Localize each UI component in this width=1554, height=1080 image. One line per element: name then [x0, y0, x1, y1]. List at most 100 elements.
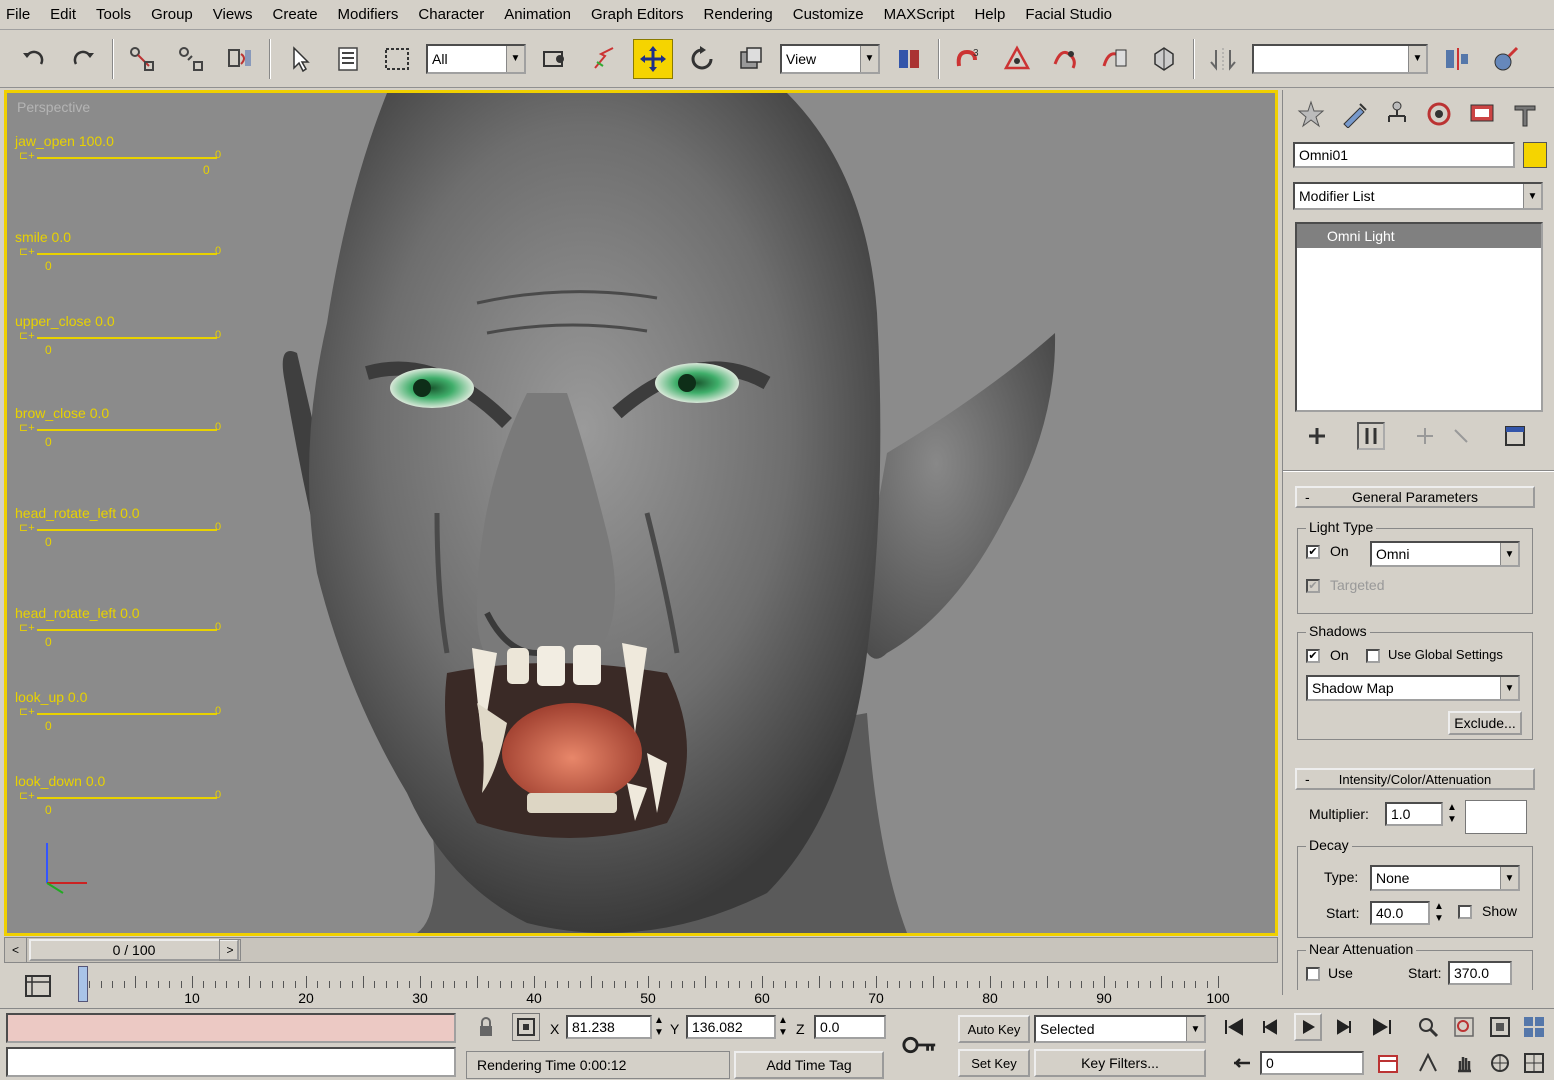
exclude-button[interactable]: Exclude...	[1448, 711, 1522, 735]
object-name-field[interactable]: Omni01	[1293, 142, 1515, 168]
unlink-button[interactable]	[171, 39, 211, 79]
menu-tools[interactable]: Tools	[96, 6, 131, 23]
select-and-manipulate-button[interactable]: 3	[948, 39, 988, 79]
time-slider-next-arrow[interactable]: >	[219, 939, 241, 961]
intensity-rollout-header[interactable]: - Intensity/Color/Attenuation	[1295, 768, 1535, 790]
remove-modifier-button[interactable]	[1447, 422, 1475, 450]
viewport-label[interactable]: Perspective	[17, 99, 90, 115]
decay-type-dropdown[interactable]: None ▼	[1370, 865, 1520, 891]
mirror-button[interactable]	[1203, 39, 1243, 79]
manipulate-button[interactable]	[584, 39, 624, 79]
morph-track[interactable]	[37, 629, 217, 631]
light-on-checkbox[interactable]: ✔	[1306, 545, 1320, 559]
zoom-extents-all-button[interactable]	[1520, 1013, 1548, 1041]
morph-thumb[interactable]: 0	[45, 535, 52, 549]
morph-track[interactable]	[37, 253, 217, 255]
tab-utilities[interactable]	[1507, 96, 1543, 132]
configure-sets-button[interactable]	[1501, 422, 1529, 450]
morph-track[interactable]	[37, 429, 217, 431]
lock-selection-button[interactable]	[472, 1013, 500, 1041]
maximize-viewport-button[interactable]	[1520, 1049, 1548, 1077]
near-use-checkbox[interactable]	[1306, 967, 1320, 981]
morph-thumb[interactable]: 0	[203, 163, 210, 177]
morph-thumb[interactable]: 0	[45, 343, 52, 357]
zoom-extents-button[interactable]	[1486, 1013, 1514, 1041]
menu-help[interactable]: Help	[974, 6, 1005, 23]
current-time-marker[interactable]	[78, 966, 88, 1002]
morph-thumb[interactable]: 0	[45, 435, 52, 449]
x-coordinate-field[interactable]: 81.238	[566, 1015, 652, 1039]
light-type-dropdown[interactable]: Omni ▼	[1370, 541, 1520, 567]
zoom-all-button[interactable]	[1450, 1013, 1478, 1041]
pan-view-button[interactable]	[1450, 1049, 1478, 1077]
modifier-stack[interactable]: Omni Light	[1295, 222, 1543, 412]
use-pivot-center-button[interactable]	[889, 39, 929, 79]
spinner-snap-button[interactable]	[1095, 39, 1135, 79]
menu-create[interactable]: Create	[273, 6, 318, 23]
percent-snap-button[interactable]	[1046, 39, 1086, 79]
select-and-move-button[interactable]	[633, 38, 673, 79]
z-coordinate-field[interactable]: 0.0	[814, 1015, 886, 1039]
previous-frame-button[interactable]	[1256, 1013, 1284, 1041]
y-spinner[interactable]: ▲ ▼	[778, 1015, 788, 1039]
show-decay-checkbox[interactable]	[1458, 905, 1472, 919]
menu-facial-studio[interactable]: Facial Studio	[1025, 6, 1112, 23]
morph-thumb[interactable]: 0	[45, 635, 52, 649]
menu-modifiers[interactable]: Modifiers	[338, 6, 399, 23]
multiplier-field[interactable]: 1.0	[1385, 802, 1443, 826]
key-mode-toggle-button[interactable]	[1228, 1049, 1256, 1077]
key-mode-dropdown[interactable]: Selected ▼	[1034, 1015, 1206, 1043]
time-configuration-button[interactable]	[1374, 1049, 1402, 1077]
stack-item-omni-light[interactable]: Omni Light	[1297, 224, 1541, 248]
angle-snap-button[interactable]	[997, 39, 1037, 79]
morph-track[interactable]	[37, 713, 217, 715]
auto-key-button[interactable]: Auto Key	[958, 1015, 1030, 1043]
y-coordinate-field[interactable]: 136.082	[686, 1015, 776, 1039]
bind-space-warp-button[interactable]	[220, 39, 260, 79]
near-start-field[interactable]: 370.0	[1448, 961, 1512, 985]
morph-track[interactable]	[37, 157, 217, 159]
morph-slider[interactable]: look_down 0.0 ⊏+ 0 0	[15, 773, 230, 853]
menu-maxscript[interactable]: MAXScript	[884, 6, 955, 23]
morph-slider[interactable]: upper_close 0.0 ⊏+ 0 0	[15, 313, 230, 393]
morph-track[interactable]	[37, 337, 217, 339]
time-slider-prev-arrow[interactable]: <	[5, 938, 27, 962]
menu-animation[interactable]: Animation	[504, 6, 571, 23]
next-frame-button[interactable]	[1330, 1013, 1358, 1041]
decay-start-field[interactable]: 40.0	[1370, 901, 1430, 925]
maxscript-listener-input[interactable]	[6, 1047, 456, 1077]
object-color-swatch[interactable]	[1523, 142, 1547, 168]
go-to-start-button[interactable]	[1220, 1013, 1248, 1041]
set-key-icon-button[interactable]	[900, 1029, 940, 1061]
key-filters-button[interactable]: Key Filters...	[1034, 1049, 1206, 1077]
general-parameters-rollout-header[interactable]: - General Parameters	[1295, 486, 1535, 508]
reference-coord-dropdown[interactable]: View ▼	[780, 43, 880, 74]
window-crossing-button[interactable]	[535, 39, 575, 79]
material-editor-button[interactable]	[1486, 39, 1526, 79]
time-slider[interactable]: < 0 / 100 >	[4, 937, 1278, 963]
maxscript-listener-output[interactable]	[6, 1013, 456, 1043]
tab-create[interactable]	[1293, 96, 1329, 132]
select-and-rotate-button[interactable]	[682, 39, 722, 79]
pin-stack-button[interactable]	[1303, 422, 1331, 450]
morph-slider[interactable]: brow_close 0.0 ⊏+ 0 0	[15, 405, 230, 485]
perspective-viewport[interactable]: Perspective jaw_open 100.0 ⊏+ 0 0 smile 0.0 ⊏…	[4, 90, 1278, 936]
zoom-button[interactable]	[1414, 1013, 1442, 1041]
set-key-button[interactable]: Set Key	[958, 1049, 1030, 1077]
arc-rotate-button[interactable]	[1486, 1049, 1514, 1077]
menu-character[interactable]: Character	[418, 6, 484, 23]
menu-rendering[interactable]: Rendering	[704, 6, 773, 23]
multiplier-spinner[interactable]: ▲ ▼	[1447, 802, 1457, 826]
select-and-scale-button[interactable]	[731, 39, 771, 79]
morph-track[interactable]	[37, 529, 217, 531]
menu-file[interactable]: File	[6, 6, 30, 23]
make-unique-button[interactable]	[1411, 422, 1439, 450]
shadows-on-checkbox[interactable]: ✔	[1306, 649, 1320, 663]
frame-ruler[interactable]: 10 20 30 40 50 60 70 80 90 100	[78, 964, 1230, 1006]
tab-display[interactable]	[1464, 96, 1500, 132]
modifier-list-dropdown[interactable]: Modifier List ▼	[1293, 182, 1543, 210]
named-selection-dropdown[interactable]: ▼	[1252, 43, 1428, 74]
go-to-end-button[interactable]	[1368, 1013, 1396, 1041]
menu-graph-editors[interactable]: Graph Editors	[591, 6, 684, 23]
x-spinner[interactable]: ▲ ▼	[654, 1015, 664, 1039]
